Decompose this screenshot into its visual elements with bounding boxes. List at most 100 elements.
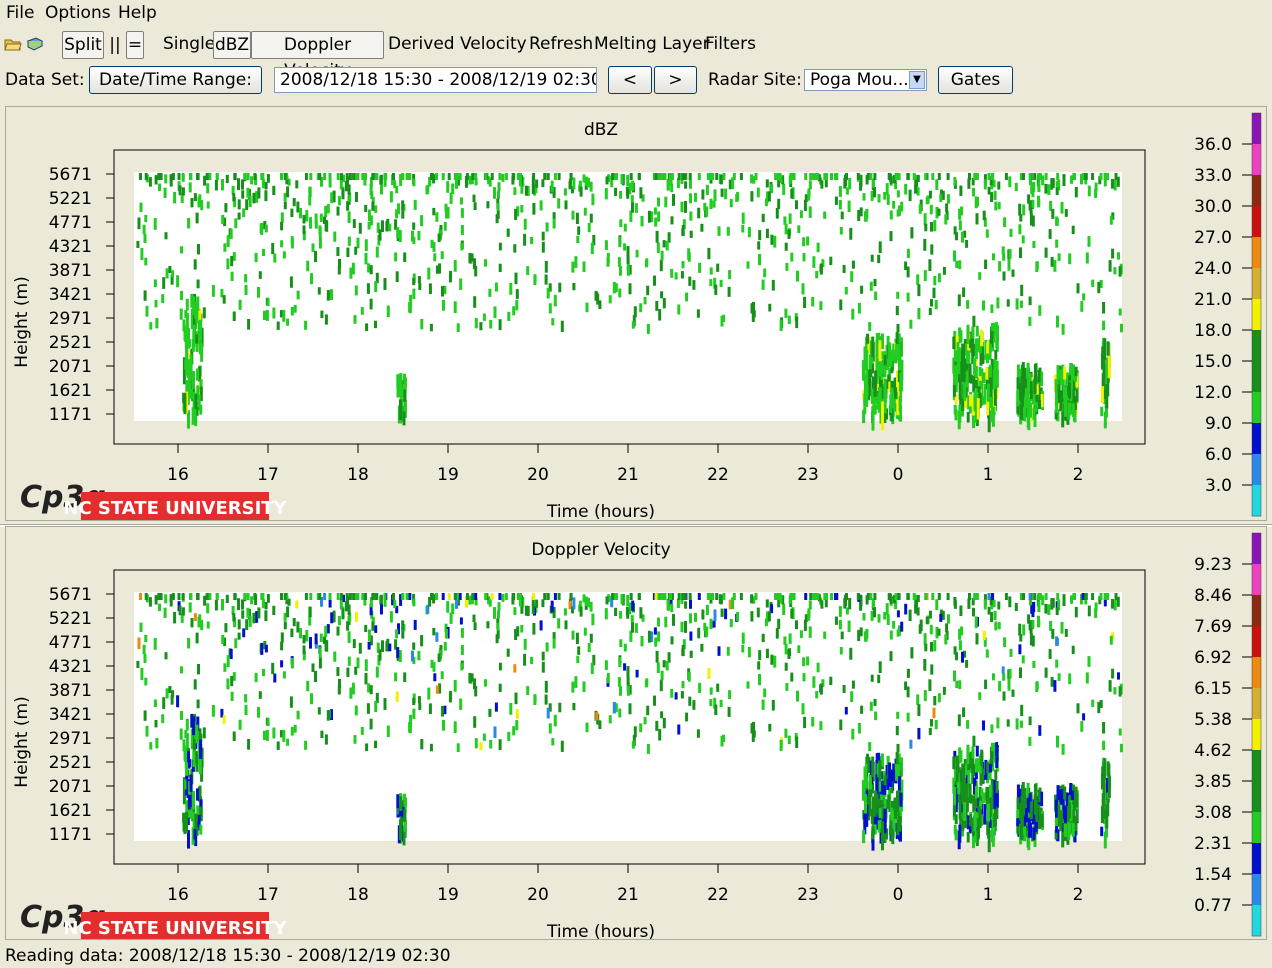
melting-layer-button[interactable]: Melting Layer — [594, 34, 710, 54]
colorbar-segment — [1252, 113, 1261, 145]
radar-gate — [626, 666, 630, 678]
radar-gate — [1055, 799, 1058, 818]
radar-gate — [923, 213, 927, 226]
radar-gate — [336, 206, 340, 216]
date-time-range-button[interactable]: Date/Time Range: — [89, 66, 262, 94]
radar-gate — [199, 404, 203, 415]
radar-gate — [355, 611, 358, 623]
radar-gate — [451, 603, 455, 615]
radar-gate — [531, 183, 535, 194]
radar-gate — [280, 660, 284, 668]
radar-gate — [646, 285, 650, 296]
radar-gate — [990, 192, 994, 202]
next-range-button[interactable]: > — [654, 66, 697, 94]
menu-help[interactable]: Help — [118, 3, 157, 23]
radar-gate — [1028, 736, 1032, 746]
radar-gate — [930, 244, 934, 255]
radar-gate — [997, 622, 1001, 630]
radar-gate — [963, 802, 967, 821]
radar-gate — [1101, 766, 1105, 783]
radar-gate — [250, 176, 254, 185]
doppler-plot[interactable]: Doppler Velocity567152214771432138713421… — [6, 527, 1266, 939]
radar-gate — [164, 652, 168, 660]
menu-options[interactable]: Options — [45, 3, 111, 23]
chevron-down-icon[interactable]: ▼ — [909, 71, 925, 89]
radar-gate — [955, 680, 959, 689]
radar-gate — [670, 269, 674, 278]
radar-gate — [182, 319, 186, 332]
save-book-icon[interactable] — [26, 36, 44, 52]
radar-gate — [715, 173, 719, 180]
radar-gate — [168, 266, 172, 274]
radar-gate — [1106, 341, 1110, 356]
radar-gate — [546, 287, 550, 299]
derived-velocity-button[interactable]: Derived Velocity — [388, 34, 527, 54]
side-by-side-button[interactable]: || — [106, 31, 124, 59]
doppler-velocity-toggle[interactable]: Doppler Velocity — [251, 31, 384, 81]
radar-gate — [383, 173, 387, 180]
radar-gate — [944, 214, 948, 225]
radar-gate — [930, 642, 933, 652]
filters-button[interactable]: Filters — [705, 34, 756, 54]
radar-gate — [551, 318, 555, 326]
previous-range-button[interactable]: < — [608, 66, 652, 94]
radar-gate — [992, 673, 995, 681]
radar-gate — [178, 605, 182, 616]
radar-gate — [264, 190, 268, 202]
radar-gate — [520, 625, 524, 633]
radar-gate — [544, 680, 548, 693]
menu-file[interactable]: File — [6, 3, 34, 23]
stacked-button[interactable]: = — [126, 31, 144, 59]
single-button[interactable]: Single — [163, 34, 215, 54]
radar-gate — [899, 372, 903, 387]
radar-gate — [986, 803, 990, 822]
date-range-field[interactable]: 2008/12/18 15:30 - 2008/12/19 02:30 — [274, 67, 597, 93]
radar-gate — [346, 621, 350, 631]
radar-gate — [689, 631, 693, 641]
dbz-toggle[interactable]: dBZ — [213, 31, 251, 59]
split-button[interactable]: Split — [62, 31, 104, 59]
radar-gate — [985, 787, 989, 800]
radar-gate — [972, 315, 976, 327]
radar-gate — [531, 603, 535, 614]
radar-gate — [395, 209, 399, 219]
y-tick-label: 2971 — [49, 729, 92, 749]
radar-gate — [885, 603, 889, 616]
radar-gate — [1118, 308, 1122, 316]
radar-gate — [1032, 661, 1036, 669]
radar-gate — [767, 191, 771, 202]
radar-gate — [1056, 173, 1060, 180]
radar-gate — [520, 605, 524, 614]
open-folder-icon[interactable] — [4, 36, 22, 52]
radar-gate — [324, 314, 328, 325]
radar-gate — [1007, 258, 1011, 271]
radar-gate — [386, 725, 390, 738]
radar-gate — [802, 237, 806, 247]
radar-gate — [364, 672, 368, 685]
x-tick-label: 0 — [893, 885, 904, 905]
refresh-button[interactable]: Refresh — [529, 34, 593, 54]
radar-gate — [881, 333, 884, 347]
radar-gate — [961, 401, 965, 411]
radar-gate — [497, 182, 501, 192]
radar-gate — [986, 761, 990, 774]
radar-gate — [309, 173, 313, 180]
radar-gate — [358, 642, 362, 654]
radar-site-select[interactable]: Poga Mou... ▼ — [804, 69, 927, 91]
gates-button[interactable]: Gates — [938, 66, 1013, 94]
dbz-plot[interactable]: dBZ5671522147714321387134212971252120711… — [6, 107, 1266, 520]
radar-gate — [310, 273, 313, 285]
radar-gate — [548, 303, 552, 314]
radar-gate — [806, 656, 810, 666]
radar-gate — [711, 593, 714, 600]
radar-gate — [181, 593, 185, 600]
radar-gate — [834, 173, 837, 180]
radar-gate — [197, 664, 200, 675]
radar-gate — [374, 625, 378, 633]
radar-gate — [506, 228, 510, 237]
radar-gate — [889, 630, 893, 640]
colorbar-segment — [1252, 237, 1261, 269]
radar-gate — [628, 283, 632, 295]
radar-gate — [761, 213, 765, 223]
radar-gate — [317, 287, 321, 295]
